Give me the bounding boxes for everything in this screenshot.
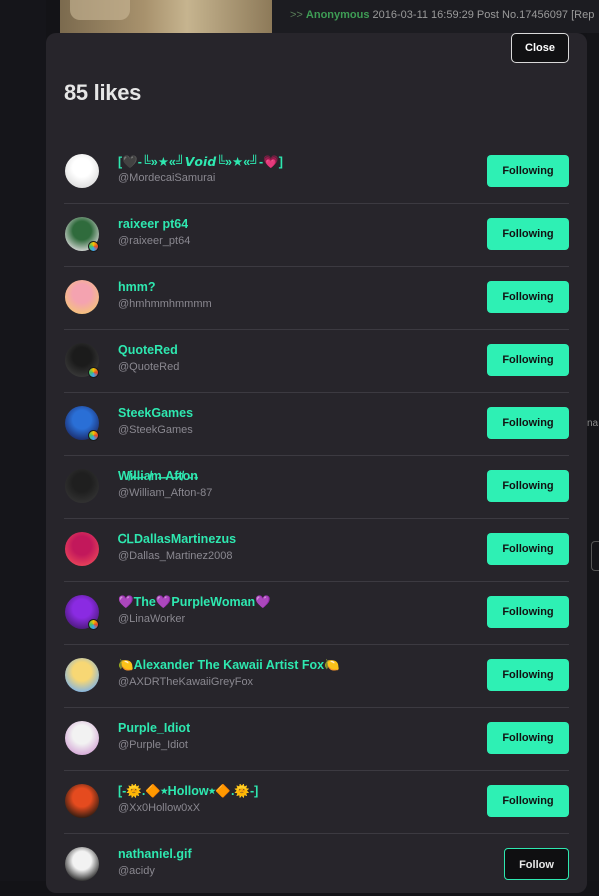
user-handle: @acidy [118,865,155,877]
avatar[interactable] [65,784,99,818]
user-display-name[interactable]: [🖤-╚»★«╝𝙑𝙤𝙞𝙙╚»★«╝-💗] [118,154,283,170]
user-handle: @Xx0Hollow0xX [118,802,201,814]
user-handle: @MordecaiSamurai [118,172,216,184]
background-text-fragment: na [587,418,599,429]
post-author: Anonymous [305,9,370,21]
avatar[interactable] [65,154,99,188]
user-row: ᏟᏞDallasMartinezus @Dallas_Martinez2008 Fo… [64,519,569,582]
user-display-name[interactable]: [-🌞.🔶⭒Hollow⭒🔶.🌞-] [118,784,258,799]
user-row: [-🌞.🔶⭒Hollow⭒🔶.🌞-] @Xx0Hollow0xX Following [64,771,569,834]
user-row: SteekGames @SteekGames Following [64,393,569,456]
following-button[interactable]: Following [487,659,569,691]
user-handle: @AXDRTheKawaiiGreyFox [118,676,254,688]
following-button[interactable]: Following [487,407,569,439]
avatar[interactable] [65,280,99,314]
likes-user-list: [🖤-╚»★«╝𝙑𝙤𝙞𝙙╚»★«╝-💗] @MordecaiSamurai Foll… [64,141,569,896]
user-display-name[interactable]: SteekGames [118,406,193,420]
user-display-name[interactable]: QuoteRed [118,343,178,357]
background-left-panel [0,0,46,881]
background-right-panel: na [587,33,599,881]
likes-modal: Close 85 likes [🖤-╚»★«╝𝙑𝙤𝙞𝙙╚»★«╝-💗] @Mord… [46,33,587,893]
following-button[interactable]: Following [487,155,569,187]
verified-badge-icon [88,241,99,252]
avatar[interactable] [65,721,99,755]
following-button[interactable]: Following [487,344,569,376]
avatar[interactable] [65,847,99,881]
user-display-name[interactable]: nathaniel.gif [118,847,192,861]
user-row: raixeer pt64 @raixeer_pt64 Following [64,204,569,267]
user-display-name[interactable]: 🍋Alexander The Kawaii Artist Fox🍋 [118,658,340,673]
user-handle: @SteekGames [118,424,193,436]
following-button[interactable]: Following [487,218,569,250]
user-handle: @LinaWorker [118,613,186,625]
user-display-name[interactable]: raixeer pt64 [118,217,188,231]
following-button[interactable]: Following [487,281,569,313]
user-row: 💜The💜PurpleWoman💜 @LinaWorker Following [64,582,569,645]
user-display-name[interactable]: ᏟᏞDallasMartinezus [118,532,236,547]
post-meta: 2016-03-11 16:59:29 Post No.17456097 [Re… [372,9,595,21]
user-display-name[interactable]: 💜The💜PurpleWoman💜 [118,595,271,610]
background-box-fragment [591,541,599,571]
close-button[interactable]: Close [511,33,569,63]
user-row: [🖤-╚»★«╝𝙑𝙤𝙞𝙙╚»★«╝-💗] @MordecaiSamurai Foll… [64,141,569,204]
avatar[interactable] [65,658,99,692]
verified-badge-icon [88,367,99,378]
user-display-name[interactable]: Purple_Idiot [118,721,190,735]
avatar[interactable] [65,532,99,566]
following-button[interactable]: Following [487,722,569,754]
verified-badge-icon [88,430,99,441]
user-handle: @raixeer_pt64 [118,235,191,247]
verified-badge-icon [88,619,99,630]
following-button[interactable]: Following [487,470,569,502]
likes-count-title: 85 likes [64,80,142,105]
user-row: hmm? @hmhmmhmmmm Following [64,267,569,330]
user-handle: @QuoteRed [118,361,180,373]
user-row: W̸i̷l̶l̵i̴a̸m̶ ̵A̶f̷t̸o̵n̶ @William_Afton… [64,456,569,519]
user-handle: @hmhmmhmmmm [118,298,212,310]
user-row: 🍋Alexander The Kawaii Artist Fox🍋 @AXDRTh… [64,645,569,708]
following-button[interactable]: Following [487,785,569,817]
user-row: Purple_Idiot @Purple_Idiot Following [64,708,569,771]
user-handle: @William_Afton-87 [118,487,213,499]
following-button[interactable]: Following [487,596,569,628]
user-row: QuoteRed @QuoteRed Following [64,330,569,393]
user-display-name[interactable]: W̸i̷l̶l̵i̴a̸m̶ ̵A̶f̷t̸o̵n̶ [118,469,198,483]
user-display-name[interactable]: hmm? [118,280,156,294]
background-post-header: >> Anonymous 2016-03-11 16:59:29 Post No… [290,9,594,21]
following-button[interactable]: Following [487,533,569,565]
user-row: nathaniel.gif @acidy Follow [64,834,569,896]
follow-button[interactable]: Follow [504,848,569,880]
background-post-thumbnail [60,0,272,33]
user-handle: @Dallas_Martinez2008 [118,550,233,562]
post-quote-marker: >> [290,9,303,21]
avatar[interactable] [65,469,99,503]
user-handle: @Purple_Idiot [118,739,188,751]
